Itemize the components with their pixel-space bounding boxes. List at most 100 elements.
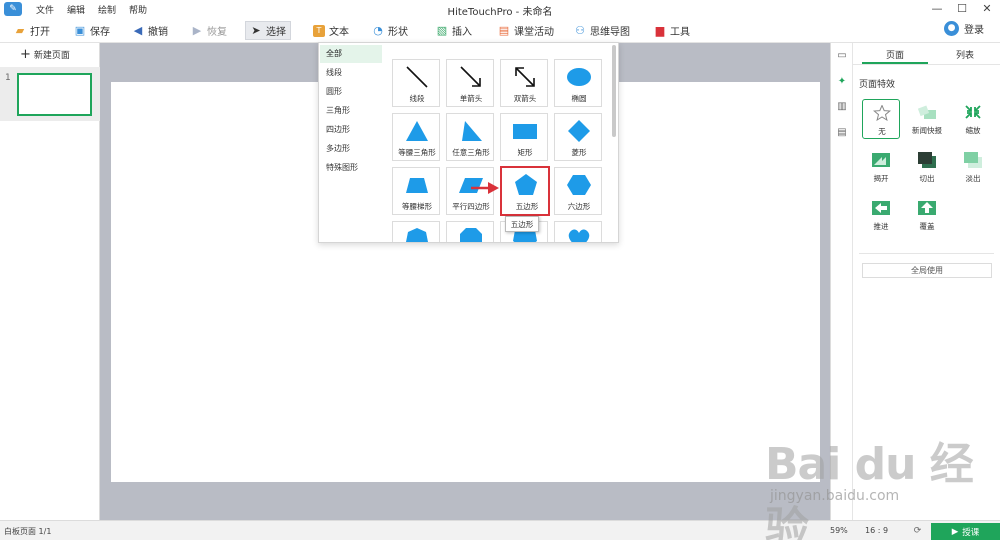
archive-icon[interactable]: ▤ [836, 127, 848, 139]
insert-image-icon: ▧ [436, 23, 448, 37]
double-arrow-shape-icon [515, 67, 535, 87]
save-button[interactable]: ▣ 保存 [70, 21, 114, 40]
heart-shape-icon [568, 229, 590, 242]
shape-rectangle[interactable]: 矩形 [500, 113, 548, 161]
effect-none[interactable]: 无 [862, 99, 900, 139]
shape-icon: ◔ [373, 23, 383, 37]
text-button[interactable]: T 文本 [309, 21, 353, 40]
zoom-level[interactable]: 59% [830, 526, 848, 535]
user-avatar-icon: ● [944, 21, 959, 36]
shape-heptagon[interactable] [392, 221, 440, 242]
redo-icon: ▶ [192, 23, 202, 37]
window-title: HiteTouchPro - 未命名 [447, 7, 553, 18]
category-quadrilateral[interactable]: 四边形 [320, 121, 382, 139]
cover-icon [918, 201, 936, 215]
aspect-ratio-select[interactable]: 16 : 9 [865, 526, 888, 535]
title-bar: ✎ 文件 编辑 绘制 帮助 HiteTouchPro - 未命名 — ☐ ✕ [0, 0, 1000, 18]
shape-category-list: 全部 线段 圆形 三角形 四边形 多边形 特殊图形 [319, 43, 383, 242]
effect-fade[interactable]: 淡出 [954, 147, 992, 187]
menu-file[interactable]: 文件 [36, 3, 54, 16]
close-icon[interactable]: ✕ [978, 1, 996, 17]
popup-scrollbar[interactable] [612, 45, 616, 137]
page-thumbnail-panel: + 新建页面 1 [0, 43, 100, 520]
shape-diamond[interactable]: 菱形 [554, 113, 602, 161]
folder-icon: ▰ [15, 23, 25, 37]
tab-list[interactable]: 列表 [932, 48, 998, 61]
right-properties-panel: 页面 列表 页面特效 无 新闻快报 缩放 揭开 切出 淡出 推进 覆盖 全局使用 [853, 43, 1000, 520]
shape-heart[interactable] [554, 221, 602, 242]
effect-cover[interactable]: 覆盖 [908, 195, 946, 235]
login-button[interactable]: ● 登录 [944, 21, 984, 36]
shape-single-arrow[interactable]: 单箭头 [446, 59, 494, 107]
menu-help[interactable]: 帮助 [129, 3, 147, 16]
triangle-shape-icon [462, 121, 482, 141]
shape-hexagon[interactable]: 六边形 [554, 167, 602, 215]
category-circle[interactable]: 圆形 [320, 83, 382, 101]
shape-isosceles-triangle[interactable]: 等腰三角形 [392, 113, 440, 161]
red-pointer-arrow-icon [471, 182, 499, 194]
line-shape-icon [406, 66, 428, 88]
maximize-icon[interactable]: ☐ [953, 1, 971, 17]
right-icon-strip: ▭ ✦ ▥ ▤ [830, 43, 853, 520]
effect-push[interactable]: 推进 [862, 195, 900, 235]
effect-news-flash[interactable]: 新闻快报 [908, 99, 946, 139]
section-title: 页面特效 [859, 80, 896, 90]
rectangle-shape-icon [513, 124, 537, 139]
zoom-icon [965, 105, 981, 119]
insert-button[interactable]: ▧ 插入 [432, 21, 476, 40]
shape-double-arrow[interactable]: 双箭头 [500, 59, 548, 107]
effect-uncover[interactable]: 揭开 [862, 147, 900, 187]
category-special[interactable]: 特殊图形 [320, 159, 382, 177]
cut-out-icon [918, 152, 936, 168]
shape-line[interactable]: 线段 [392, 59, 440, 107]
octagon-shape-icon [460, 228, 482, 242]
news-flash-icon [918, 105, 936, 119]
undo-icon: ◀ [133, 23, 143, 37]
category-polygon[interactable]: 多边形 [320, 140, 382, 158]
mindmap-button[interactable]: ⚇ 思维导图 [570, 21, 634, 40]
category-all[interactable]: 全部 [320, 45, 382, 63]
cursor-icon: ➤ [251, 23, 261, 37]
redo-button[interactable]: ▶ 恢复 [187, 21, 231, 40]
page-status-text: 白板页面 1/1 [4, 527, 52, 536]
menu-draw[interactable]: 绘制 [98, 3, 116, 16]
undo-button[interactable]: ◀ 撤销 [128, 21, 172, 40]
shape-ellipse[interactable]: 椭圆 [554, 59, 602, 107]
diamond-shape-icon [568, 120, 590, 142]
shape-trapezoid[interactable]: 等腰梯形 [392, 167, 440, 215]
shape-button[interactable]: ◔ 形状 [368, 21, 412, 40]
page-thumbnail[interactable] [17, 73, 92, 116]
single-arrow-shape-icon [460, 66, 481, 87]
fade-icon [964, 152, 982, 168]
tab-page[interactable]: 页面 [862, 48, 928, 61]
star-icon [873, 105, 891, 121]
activity-icon: ▤ [498, 23, 510, 37]
text-icon: T [313, 24, 325, 37]
category-line[interactable]: 线段 [320, 64, 382, 82]
fullscreen-icon[interactable]: ⟳ [912, 526, 923, 537]
class-activity-button[interactable]: ▤ 课堂活动 [494, 21, 558, 40]
effect-cut-out[interactable]: 切出 [908, 147, 946, 187]
plus-icon: + [20, 46, 31, 62]
layers-icon[interactable]: ▥ [836, 101, 848, 113]
shape-triangle[interactable]: 任意三角形 [446, 113, 494, 161]
shape-pentagon[interactable]: 五边形 [500, 166, 550, 216]
isosceles-triangle-shape-icon [406, 121, 428, 141]
minimize-icon[interactable]: — [928, 1, 946, 17]
category-triangle[interactable]: 三角形 [320, 102, 382, 120]
shape-octagon[interactable] [446, 221, 494, 242]
menu-edit[interactable]: 编辑 [67, 3, 85, 16]
new-page-button[interactable]: + 新建页面 [20, 46, 70, 62]
open-button[interactable]: ▰ 打开 [10, 21, 54, 40]
page-thumbnail-row[interactable]: 1 [0, 67, 100, 121]
status-bar: 白板页面 1/1 59% 16 : 9 ⟳ ▶ 授课 [0, 520, 1000, 540]
app-logo-icon: ✎ [4, 2, 22, 16]
shape-tooltip: 五边形 [505, 216, 539, 232]
effect-zoom[interactable]: 缩放 [954, 99, 992, 139]
tools-button[interactable]: ▆ 工具 [650, 21, 694, 40]
pin-effects-icon[interactable]: ✦ [836, 76, 848, 88]
page-icon[interactable]: ▭ [836, 50, 848, 62]
select-button[interactable]: ➤ 选择 [245, 21, 291, 40]
present-button[interactable]: ▶ 授课 [931, 523, 1000, 540]
apply-all-button[interactable]: 全局使用 [862, 263, 992, 278]
